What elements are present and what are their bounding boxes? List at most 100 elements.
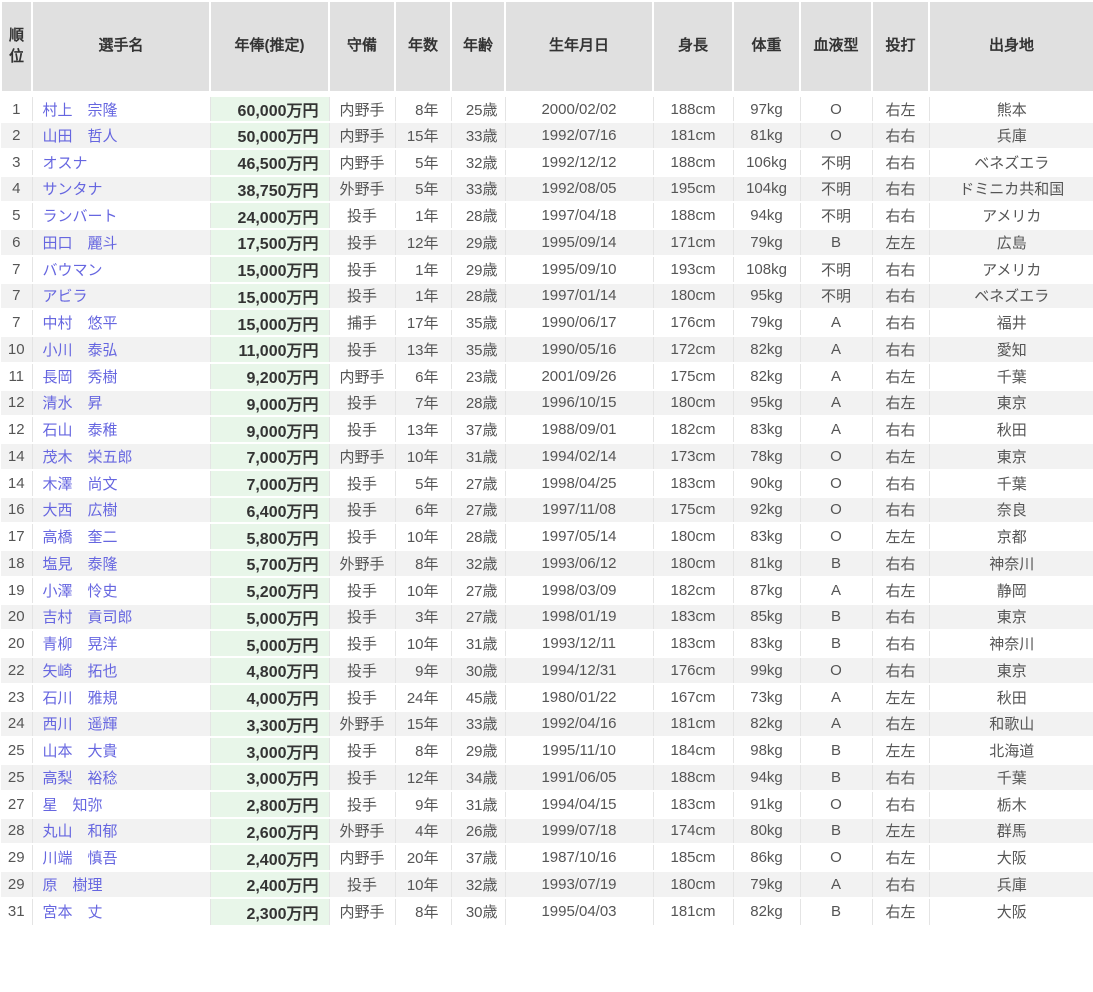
birth-cell: 1997/01/14: [505, 283, 653, 310]
player-name-link[interactable]: 清水 昇: [43, 395, 103, 412]
rank-cell: 7: [1, 256, 32, 283]
player-name-link[interactable]: 田口 麗斗: [43, 235, 118, 252]
salary-cell: 5,200万円: [210, 577, 329, 604]
hometown-cell: 秋田: [929, 684, 1093, 711]
player-name-link[interactable]: 原 樹理: [43, 877, 103, 894]
hometown-cell: 東京: [929, 390, 1093, 417]
player-row: 20吉村 貢司郎5,000万円投手3年27歳1998/01/19183cm85k…: [1, 604, 1093, 631]
player-row: 7中村 悠平15,000万円捕手17年35歳1990/06/17176cm79k…: [1, 309, 1093, 336]
salary-cell: 5,000万円: [210, 630, 329, 657]
birth-cell: 1994/04/15: [505, 791, 653, 818]
player-name-link[interactable]: サンタナ: [43, 181, 103, 198]
player-name-link[interactable]: 長岡 秀樹: [43, 369, 118, 386]
position-cell: 投手: [329, 737, 395, 764]
player-name-link[interactable]: 石川 雅規: [43, 690, 118, 707]
salary-cell: 4,000万円: [210, 684, 329, 711]
blood-cell: O: [800, 657, 872, 684]
column-header-salary: 年俸(推定): [210, 1, 329, 94]
position-cell: 投手: [329, 497, 395, 524]
player-name-link[interactable]: 村上 宗隆: [43, 102, 118, 119]
player-row: 14木澤 尚文7,000万円投手5年27歳1998/04/25183cm90kg…: [1, 470, 1093, 497]
player-name-link[interactable]: 星 知弥: [43, 797, 103, 814]
salary-cell: 9,000万円: [210, 390, 329, 417]
name-cell: アビラ: [32, 283, 210, 310]
years-cell: 8年: [395, 737, 451, 764]
salary-cell: 7,000万円: [210, 443, 329, 470]
player-name-link[interactable]: 高梨 裕稔: [43, 770, 118, 787]
player-name-link[interactable]: アビラ: [43, 288, 88, 305]
player-name-link[interactable]: 小澤 怜史: [43, 583, 118, 600]
position-cell: 投手: [329, 523, 395, 550]
years-cell: 15年: [395, 711, 451, 738]
hometown-cell: アメリカ: [929, 256, 1093, 283]
player-name-link[interactable]: 川端 慎吾: [43, 850, 118, 867]
player-name-link[interactable]: 山本 大貴: [43, 743, 118, 760]
hometown-cell: ベネズエラ: [929, 149, 1093, 176]
player-name-link[interactable]: 矢崎 拓也: [43, 663, 118, 680]
height-cell: 175cm: [653, 363, 733, 390]
player-name-link[interactable]: 青柳 晃洋: [43, 636, 118, 653]
height-cell: 188cm: [653, 94, 733, 122]
years-cell: 12年: [395, 229, 451, 256]
salary-cell: 2,600万円: [210, 818, 329, 845]
player-name-link[interactable]: 吉村 貢司郎: [43, 609, 133, 626]
age-cell: 37歳: [451, 416, 505, 443]
position-cell: 内野手: [329, 898, 395, 925]
name-cell: 清水 昇: [32, 390, 210, 417]
years-cell: 15年: [395, 122, 451, 149]
player-name-link[interactable]: 茂木 栄五郎: [43, 449, 133, 466]
player-name-link[interactable]: 小川 泰弘: [43, 342, 118, 359]
height-cell: 180cm: [653, 283, 733, 310]
age-cell: 27歳: [451, 470, 505, 497]
salary-cell: 11,000万円: [210, 336, 329, 363]
player-name-link[interactable]: オスナ: [43, 155, 88, 172]
column-header-years: 年数: [395, 1, 451, 94]
birth-cell: 2000/02/02: [505, 94, 653, 122]
player-name-link[interactable]: 西川 遥輝: [43, 716, 118, 733]
rank-cell: 5: [1, 202, 32, 229]
weight-cell: 99kg: [733, 657, 800, 684]
position-cell: 投手: [329, 229, 395, 256]
rank-cell: 4: [1, 176, 32, 203]
throwbat-cell: 左左: [872, 684, 929, 711]
player-name-link[interactable]: 石山 泰稚: [43, 422, 118, 439]
birth-cell: 1994/02/14: [505, 443, 653, 470]
player-name-link[interactable]: 丸山 和郁: [43, 823, 118, 840]
age-cell: 32歳: [451, 149, 505, 176]
position-cell: 投手: [329, 470, 395, 497]
hometown-cell: 愛知: [929, 336, 1093, 363]
birth-cell: 1998/03/09: [505, 577, 653, 604]
weight-cell: 98kg: [733, 737, 800, 764]
height-cell: 183cm: [653, 791, 733, 818]
weight-cell: 91kg: [733, 791, 800, 818]
position-cell: 内野手: [329, 844, 395, 871]
salary-cell: 7,000万円: [210, 470, 329, 497]
player-name-link[interactable]: 中村 悠平: [43, 315, 118, 332]
player-row: 14茂木 栄五郎7,000万円内野手10年31歳1994/02/14173cm7…: [1, 443, 1093, 470]
years-cell: 4年: [395, 818, 451, 845]
player-row: 31宮本 丈2,300万円内野手8年30歳1995/04/03181cm82kg…: [1, 898, 1093, 925]
player-name-link[interactable]: 大西 広樹: [43, 502, 118, 519]
player-name-link[interactable]: ランバート: [43, 208, 118, 225]
hometown-cell: 大阪: [929, 898, 1093, 925]
height-cell: 185cm: [653, 844, 733, 871]
weight-cell: 79kg: [733, 309, 800, 336]
name-cell: 塩見 泰隆: [32, 550, 210, 577]
age-cell: 28歳: [451, 523, 505, 550]
blood-cell: A: [800, 871, 872, 898]
hometown-cell: 神奈川: [929, 630, 1093, 657]
birth-cell: 1996/10/15: [505, 390, 653, 417]
name-cell: 茂木 栄五郎: [32, 443, 210, 470]
player-name-link[interactable]: 塩見 泰隆: [43, 556, 118, 573]
player-row: 29原 樹理2,400万円投手10年32歳1993/07/19180cm79kg…: [1, 871, 1093, 898]
player-name-link[interactable]: 木澤 尚文: [43, 476, 118, 493]
throwbat-cell: 右右: [872, 122, 929, 149]
salary-cell: 2,300万円: [210, 898, 329, 925]
hometown-cell: 北海道: [929, 737, 1093, 764]
player-name-link[interactable]: 山田 哲人: [43, 128, 118, 145]
player-name-link[interactable]: 宮本 丈: [43, 904, 103, 921]
player-name-link[interactable]: バウマン: [43, 262, 103, 279]
blood-cell: B: [800, 737, 872, 764]
player-name-link[interactable]: 高橋 奎二: [43, 529, 118, 546]
position-cell: 投手: [329, 791, 395, 818]
